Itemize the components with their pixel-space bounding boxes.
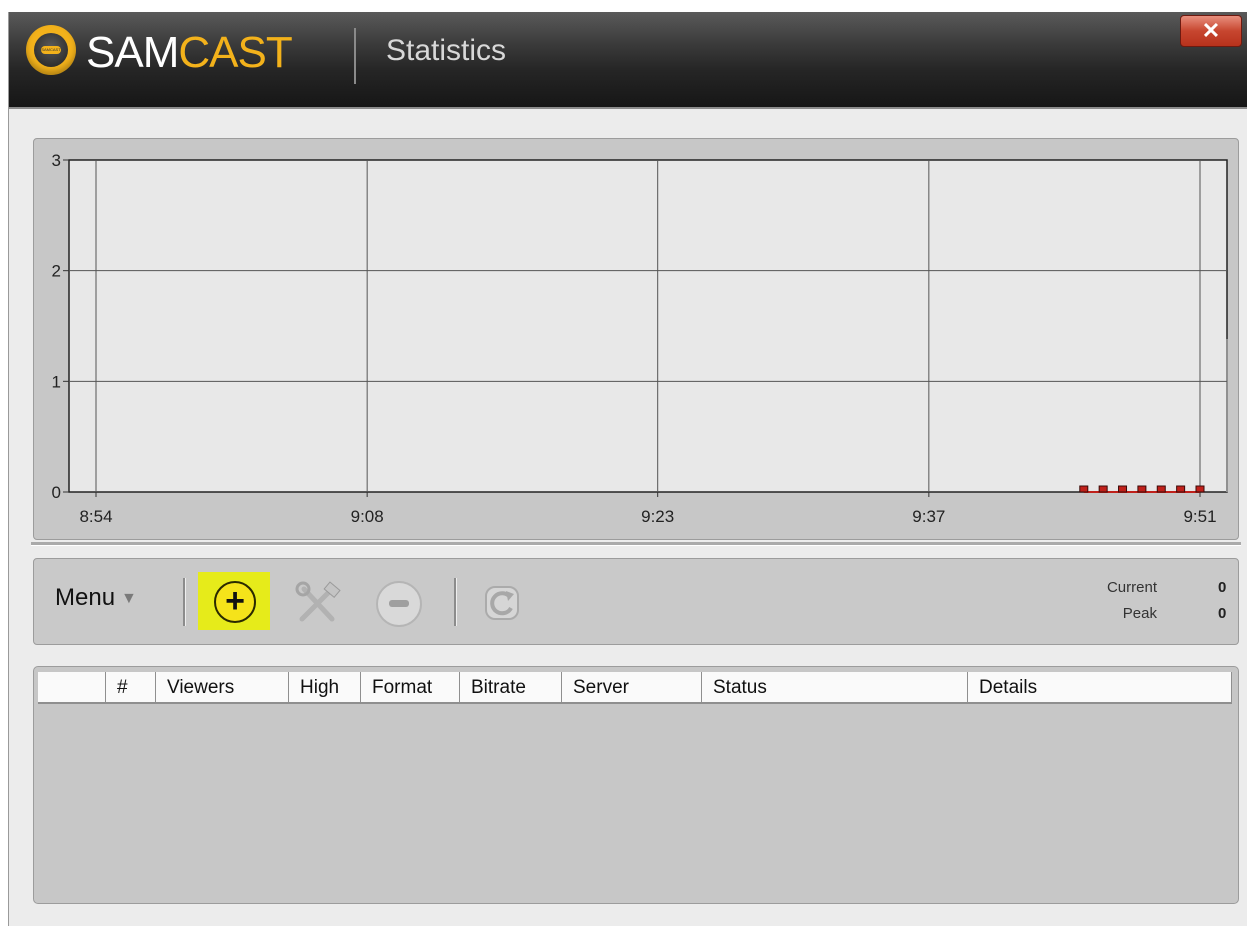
close-button[interactable]: ✕ [1180,15,1242,47]
column-header-bitrate[interactable]: Bitrate [460,672,562,702]
current-label: Current [1106,579,1157,596]
plus-icon: + [214,581,256,623]
column-header-status[interactable]: Status [702,672,968,702]
x-tick-label: 9:08 [351,507,384,526]
data-point [1137,485,1147,493]
configure-button[interactable] [292,581,344,625]
x-tick-label: 8:54 [79,507,112,526]
samcast-statistics-window: SAMCAST SAMCAST Statistics ✕ 8:54 9:08 9:2… [8,12,1247,926]
column-header-format[interactable]: Format [361,672,460,702]
table-header: # Viewers High Format Bitrate Server Sta… [38,672,1232,704]
peak-label: Peak [1122,605,1157,622]
chart-plot-area [68,159,1228,493]
data-point [1176,485,1186,493]
x-tick-label: 9:23 [641,507,674,526]
x-tick-label: 9:51 [1183,507,1216,526]
minus-icon [389,600,409,607]
streams-table: # Viewers High Format Bitrate Server Sta… [33,666,1239,904]
toolbar: Menu ▼ + Current 0 Peak 0 [33,558,1239,645]
close-icon: ✕ [1201,18,1221,43]
title-bar[interactable]: SAMCAST SAMCAST Statistics ✕ [9,12,1247,109]
peak-value: 0 [1218,605,1227,622]
data-point [1098,485,1108,493]
samcast-logo-icon: SAMCAST [26,25,76,75]
remove-button[interactable] [376,581,422,627]
y-tick-label: 2 [52,262,61,281]
column-header-number[interactable]: # [106,672,156,702]
refresh-button[interactable] [480,581,524,625]
brand-part1: SAM [86,28,179,77]
viewers-chart: 8:54 9:08 9:23 9:37 9:51 0 1 2 3 [52,151,1228,526]
column-header-details[interactable]: Details [968,672,1232,702]
column-header-viewers[interactable]: Viewers [156,672,289,702]
y-tick-label: 3 [52,151,61,170]
add-button[interactable]: + [198,572,270,630]
app-brand: SAMCAST [86,18,293,88]
panel-divider [31,542,1241,546]
statistics-chart-panel: 8:54 9:08 9:23 9:37 9:51 0 1 2 3 [33,138,1239,540]
column-header-high[interactable]: High [289,672,361,702]
refresh-icon [485,586,519,620]
data-point [1156,485,1166,493]
toolbar-separator [183,578,186,626]
window-title: Statistics [386,34,507,67]
column-header-select[interactable] [38,672,106,702]
tools-icon [295,581,341,622]
title-separator [354,28,356,84]
chevron-down-icon: ▼ [121,590,137,607]
data-point [1195,485,1205,493]
brand-part2: CAST [178,28,292,77]
menu-label: Menu [55,584,116,611]
column-header-server[interactable]: Server [562,672,702,702]
y-tick-label: 0 [52,483,61,502]
toolbar-separator [454,578,457,626]
data-point [1079,485,1089,493]
data-point [1118,485,1128,493]
current-value: 0 [1218,579,1227,596]
menu-dropdown[interactable]: Menu ▼ [55,584,137,612]
x-tick-label: 9:37 [912,507,945,526]
y-tick-label: 1 [52,372,61,391]
